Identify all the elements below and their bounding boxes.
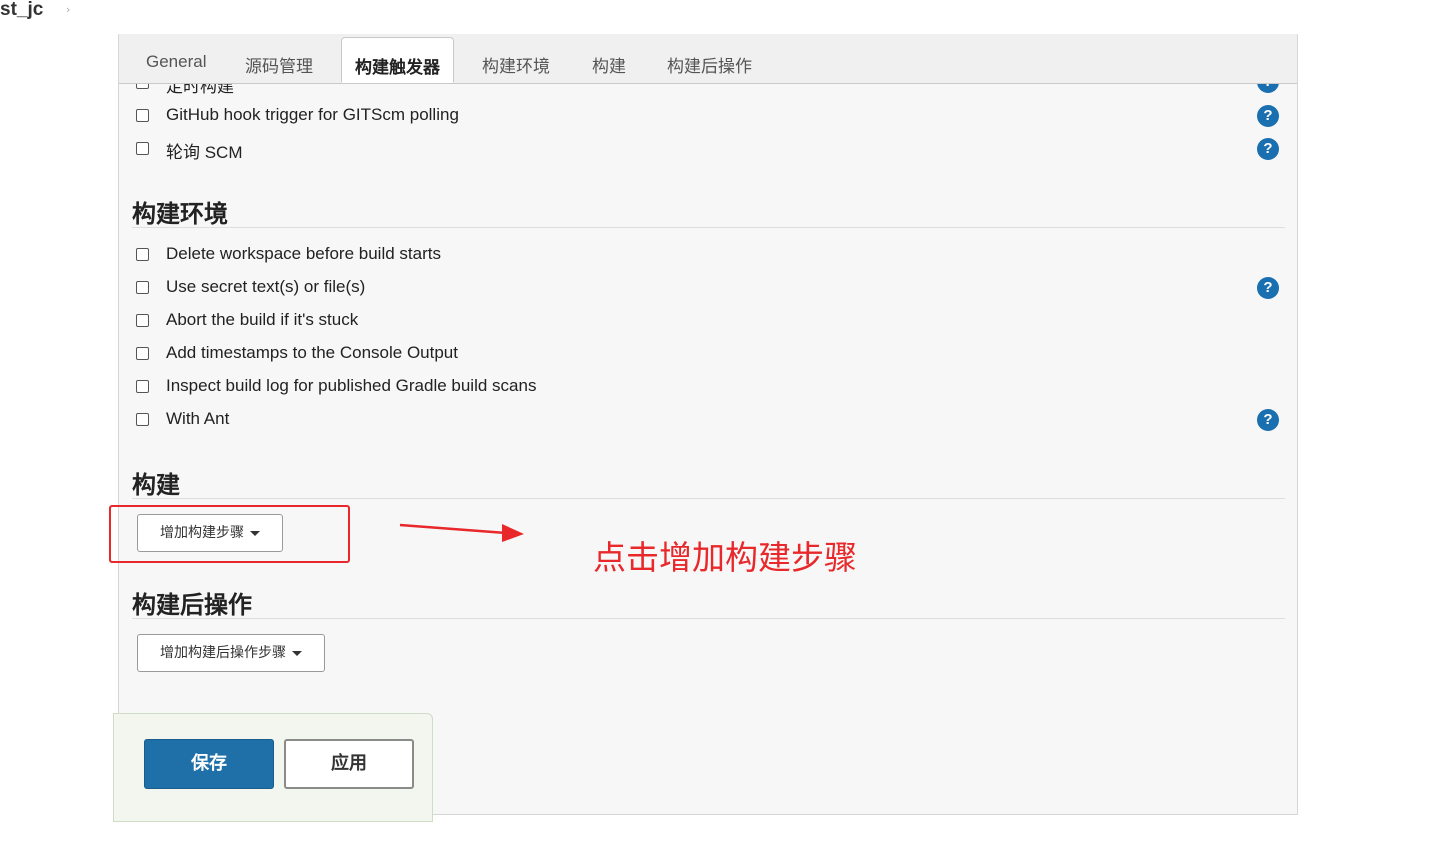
env-label-delete-workspace: Delete workspace before build starts bbox=[166, 244, 441, 263]
checkbox[interactable] bbox=[136, 142, 149, 155]
breadcrumb-separator-icon: › bbox=[66, 3, 71, 16]
trigger-label-poll-scm: 轮询 SCM bbox=[166, 143, 243, 162]
config-tab-bar: General 源码管理 构建触发器 构建环境 构建 构建后操作 bbox=[119, 34, 1297, 84]
checkbox[interactable] bbox=[136, 380, 149, 393]
tab-general[interactable]: General bbox=[146, 52, 206, 72]
save-button[interactable]: 保存 bbox=[144, 739, 274, 789]
form-action-bar: 保存 应用 bbox=[113, 713, 433, 822]
help-icon[interactable]: ? bbox=[1257, 277, 1279, 299]
annotation-highlight-box bbox=[109, 505, 350, 563]
checkbox[interactable] bbox=[136, 347, 149, 360]
trigger-label-periodic: 定时构建 bbox=[166, 84, 234, 96]
tab-build-triggers[interactable]: 构建触发器 bbox=[341, 37, 454, 83]
env-label-gradle-scans: Inspect build log for published Gradle b… bbox=[166, 376, 537, 395]
config-panel: General 源码管理 构建触发器 构建环境 构建 构建后操作 定时构建 ? … bbox=[118, 34, 1298, 815]
help-icon[interactable]: ? bbox=[1257, 409, 1279, 431]
checkbox[interactable] bbox=[136, 413, 149, 426]
checkbox[interactable] bbox=[136, 84, 149, 89]
checkbox[interactable] bbox=[136, 281, 149, 294]
top-bar: st_jc › bbox=[0, 0, 1447, 34]
trigger-label-github-hook: GitHub hook trigger for GITScm polling bbox=[166, 105, 459, 124]
post-build-section-title: 构建后操作 bbox=[132, 591, 252, 619]
annotation-arrow-icon bbox=[399, 523, 524, 542]
build-section-title: 构建 bbox=[132, 471, 180, 499]
help-icon[interactable]: ? bbox=[1257, 105, 1279, 127]
env-label-with-ant: With Ant bbox=[166, 409, 230, 428]
caret-down-icon bbox=[292, 650, 302, 656]
env-label-abort-stuck: Abort the build if it's stuck bbox=[166, 310, 359, 329]
apply-button[interactable]: 应用 bbox=[284, 739, 414, 789]
help-icon[interactable]: ? bbox=[1257, 138, 1279, 160]
build-environment-title: 构建环境 bbox=[132, 200, 228, 228]
divider bbox=[132, 618, 1285, 619]
tab-build-environment[interactable]: 构建环境 bbox=[482, 52, 550, 77]
checkbox[interactable] bbox=[136, 109, 149, 122]
tab-post-build-actions[interactable]: 构建后操作 bbox=[667, 52, 752, 77]
add-post-build-step-label: 增加构建后操作步骤 bbox=[160, 645, 286, 661]
tab-source-code-management[interactable]: 源码管理 bbox=[245, 52, 313, 77]
checkbox[interactable] bbox=[136, 248, 149, 261]
tab-build[interactable]: 构建 bbox=[592, 52, 626, 77]
breadcrumb-job-name[interactable]: st_jc bbox=[0, 0, 43, 21]
divider bbox=[132, 498, 1285, 499]
env-label-secret-text: Use secret text(s) or file(s) bbox=[166, 277, 366, 296]
divider bbox=[132, 227, 1285, 228]
annotation-text: 点击增加构建步骤 bbox=[593, 538, 857, 577]
add-post-build-step-button[interactable]: 增加构建后操作步骤 bbox=[137, 634, 325, 672]
help-icon[interactable]: ? bbox=[1257, 84, 1279, 93]
env-label-timestamps: Add timestamps to the Console Output bbox=[166, 343, 458, 362]
build-triggers-section: 定时构建 ? GitHub hook trigger for GITScm po… bbox=[119, 84, 1297, 204]
checkbox[interactable] bbox=[136, 314, 149, 327]
